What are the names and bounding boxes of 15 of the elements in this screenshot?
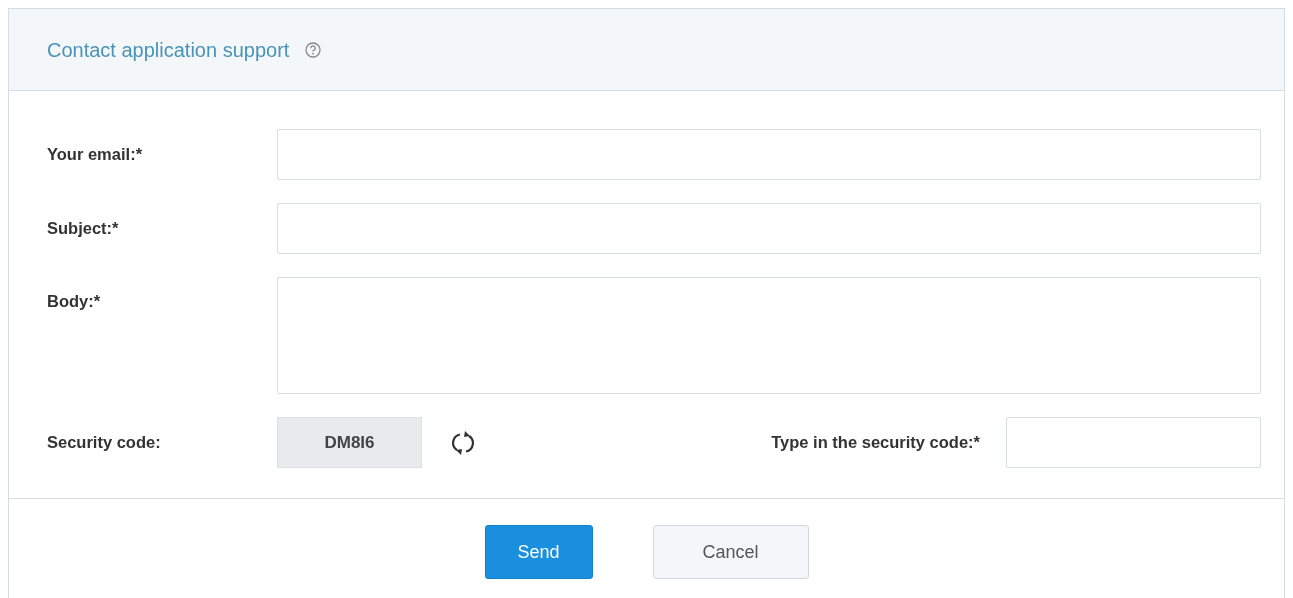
input-field[interactable] [277, 129, 1261, 180]
help-icon[interactable] [305, 41, 322, 58]
body-field[interactable] [277, 277, 1261, 394]
captcha-code: DM8I6 [277, 417, 422, 468]
dialog-title: Contact application support [47, 37, 290, 63]
field-label: Subject:* [47, 218, 120, 240]
body-label: Body:* [47, 291, 102, 312]
field-label: Your email:* [47, 144, 144, 166]
security-code-field[interactable] [1006, 417, 1261, 468]
send-button[interactable]: Send [484, 525, 593, 579]
input-field[interactable] [277, 203, 1261, 254]
cancel-button[interactable]: Cancel [652, 525, 809, 579]
field-label: Security code: [47, 432, 162, 454]
field-label: Type in the security code:* [771, 432, 980, 454]
refresh-icon[interactable] [452, 429, 474, 456]
